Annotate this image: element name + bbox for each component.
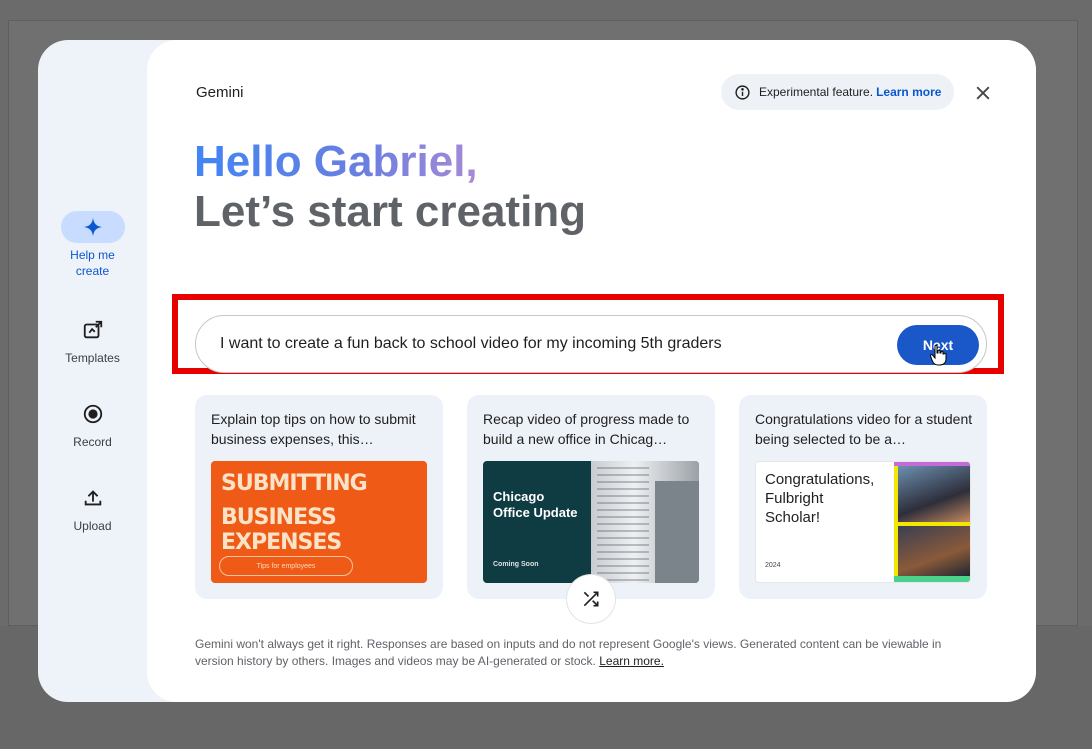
disclaimer: Gemini won't always get it right. Respon… [195, 636, 975, 670]
close-button[interactable] [973, 83, 993, 103]
prompt-input[interactable]: I want to create a fun back to school vi… [195, 315, 987, 373]
rail-label: Help me create [70, 248, 115, 278]
side-rail: Help me create Templates Record Upload [38, 40, 147, 702]
suggestion-thumbnail: Congratulations, Fulbright Scholar! 2024 [755, 461, 971, 583]
rail-item-templates[interactable]: Templates [38, 314, 147, 366]
suggestion-text: Explain top tips on how to submit busine… [211, 411, 416, 447]
upload-icon [61, 482, 125, 514]
suggestion-card-chicago[interactable]: Recap video of progress made to build a … [467, 395, 715, 599]
suggestion-card-expenses[interactable]: Explain top tips on how to submit busine… [195, 395, 443, 599]
thumbnail-pill: Tips for employees [219, 556, 353, 576]
rail-label: Upload [73, 519, 112, 533]
rail-item-upload[interactable]: Upload [38, 482, 147, 534]
building-image [655, 481, 699, 583]
sparkle-icon [60, 211, 125, 243]
thumbnail-title: Congratulations, Fulbright Scholar! [765, 471, 875, 526]
hand-cursor-icon [929, 344, 947, 366]
rail-label: Templates [65, 351, 120, 365]
thumbnail-title: SUBMITTING [221, 471, 368, 496]
graduate-photo [898, 466, 970, 522]
greeting-heading: Hello Gabriel, [194, 137, 478, 186]
close-icon [976, 86, 990, 100]
gemini-dialog: Help me create Templates Record Upload G… [38, 40, 1036, 702]
experimental-text: Experimental feature. [759, 85, 874, 99]
info-icon [735, 84, 750, 100]
learn-more-link[interactable]: Learn more [876, 85, 941, 99]
suggestion-thumbnail: SUBMITTING BUSINESS EXPENSES Tips for em… [211, 461, 427, 583]
shuffle-button[interactable] [567, 575, 615, 623]
main-panel: Gemini Experimental feature. Learn more H… [147, 40, 1036, 702]
disclaimer-text: Gemini won't always get it right. Respon… [195, 637, 942, 668]
rail-label: Record [73, 435, 112, 449]
record-icon [61, 398, 125, 430]
suggestion-text: Congratulations video for a student bein… [755, 411, 973, 447]
suggestion-text: Recap video of progress made to build a … [483, 411, 690, 447]
thumbnail-year: 2024 [765, 562, 781, 569]
suggestion-thumbnail: Chicago Office Update Coming Soon [483, 461, 699, 583]
templates-icon [61, 314, 125, 346]
rail-item-help-me-create[interactable]: Help me create [38, 211, 147, 279]
rail-item-record[interactable]: Record [38, 398, 147, 450]
experimental-badge: Experimental feature. Learn more [721, 74, 955, 110]
disclaimer-learn-more-link[interactable]: Learn more. [599, 654, 664, 668]
photo-collage-stripe [894, 576, 970, 582]
thumbnail-title: BUSINESS EXPENSES [221, 505, 342, 555]
suggestion-card-fulbright[interactable]: Congratulations video for a student bein… [739, 395, 987, 599]
thumbnail-footer: Coming Soon [493, 561, 539, 568]
shuffle-icon [583, 591, 599, 607]
app-title: Gemini [196, 84, 244, 101]
greeting-subheading: Let’s start creating [194, 187, 587, 236]
building-windows [597, 467, 649, 583]
audience-photo [898, 526, 970, 576]
thumbnail-title: Chicago Office Update [493, 489, 578, 520]
prompt-input-value: I want to create a fun back to school vi… [220, 335, 722, 352]
